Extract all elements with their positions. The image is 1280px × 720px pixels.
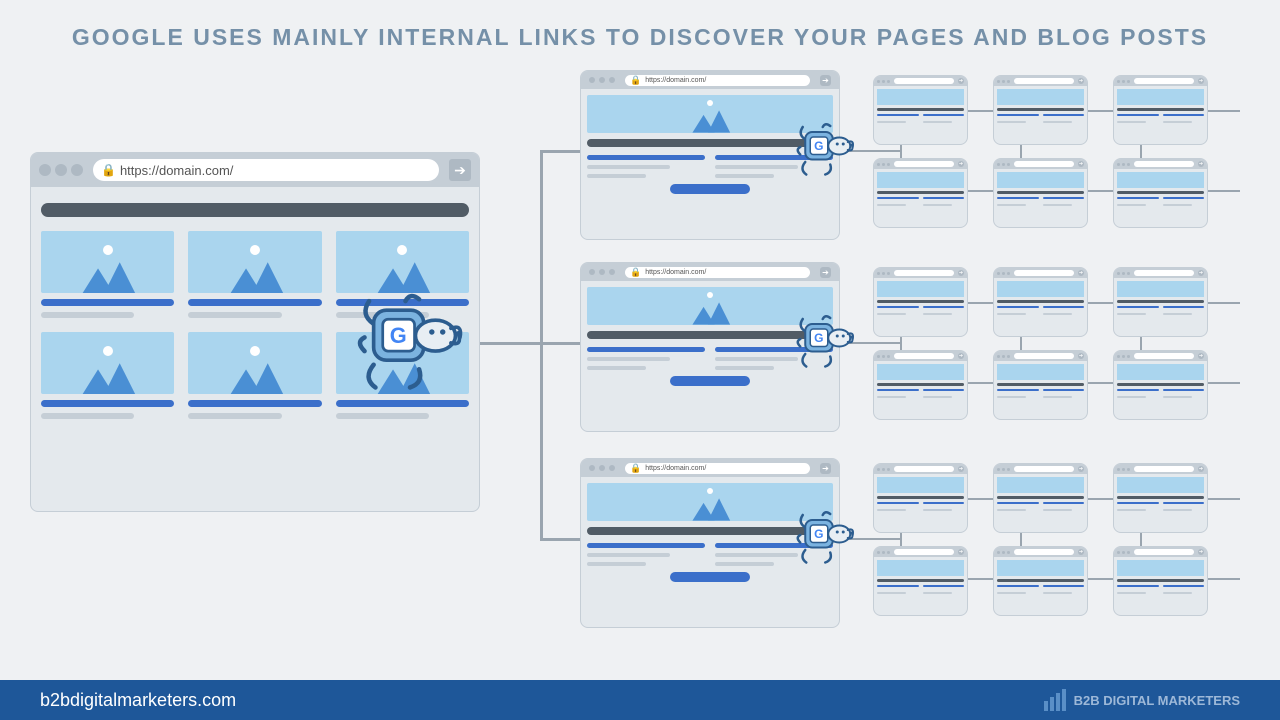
diagram-canvas: 🔒https://domain.com/ ➔ 🔒https://domain.c… [0,70,1280,680]
footer-brand-logo: B2B DIGITAL MARKETERS [1044,689,1240,711]
footer-bar: b2bdigitalmarketers.com B2B DIGITAL MARK… [0,680,1280,720]
deep-page-browser: ➔ [993,158,1088,228]
deep-page-browser: ➔ [993,350,1088,420]
deep-page-browser: ➔ [873,267,968,337]
svg-text:G: G [390,323,407,348]
go-arrow-icon: ➔ [449,159,471,181]
footer-site-url: b2bdigitalmarketers.com [40,690,236,711]
lock-icon: 🔒 [630,75,641,86]
svg-text:G: G [814,527,823,541]
nav-bar-placeholder [41,203,469,217]
deep-page-browser: ➔ [1113,158,1208,228]
deep-page-browser: ➔ [1113,350,1208,420]
deep-page-browser: ➔ [1113,75,1208,145]
google-crawler-icon: G [795,314,856,369]
google-crawler-icon: G [355,292,465,392]
svg-text:G: G [814,139,823,153]
deep-page-browser: ➔ [1113,463,1208,533]
deep-page-browser: ➔ [993,546,1088,616]
deep-page-browser: ➔ [873,463,968,533]
browser-chrome-bar: 🔒https://domain.com/ ➔ [31,153,479,187]
svg-text:G: G [814,331,823,345]
page-card [188,231,321,318]
page-card [188,332,321,419]
deep-page-browser: ➔ [873,158,968,228]
deep-page-browser: ➔ [873,75,968,145]
lock-icon: 🔒 [630,463,641,474]
deep-page-browser: ➔ [1113,267,1208,337]
deep-page-browser: ➔ [993,75,1088,145]
page-title: GOOGLE USES MAINLY INTERNAL LINKS TO DIS… [0,0,1280,61]
address-bar: 🔒https://domain.com/ [93,159,439,181]
lock-icon: 🔒 [630,267,641,278]
bars-icon [1044,689,1066,711]
deep-page-browser: ➔ [873,350,968,420]
page-card [41,332,174,419]
deep-page-browser: ➔ [873,546,968,616]
deep-page-browser: ➔ [1113,546,1208,616]
page-card [41,231,174,318]
deep-page-browser: ➔ [993,463,1088,533]
google-crawler-icon: G [795,510,856,565]
google-crawler-icon: G [795,122,856,177]
deep-page-browser: ➔ [993,267,1088,337]
lock-icon: 🔒 [101,163,116,177]
